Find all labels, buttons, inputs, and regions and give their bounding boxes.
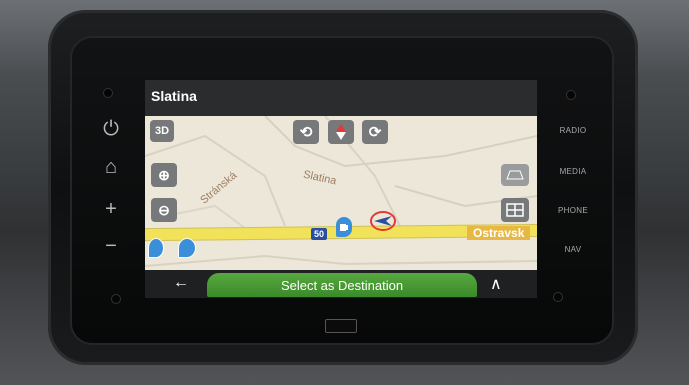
zoom-in-icon[interactable]: ⊕ [151,163,177,187]
tilt-view-icon[interactable] [501,164,529,186]
media-button[interactable]: MEDIA [549,167,597,176]
volume-up-button[interactable]: + [95,198,127,221]
view-mode-button[interactable]: 3D [150,120,174,142]
power-button[interactable]: ⏻ [95,118,127,141]
poi-marker-icon[interactable] [148,238,164,258]
nav-button[interactable]: NAV [549,245,597,254]
back-arrow-icon[interactable]: ← [173,274,189,292]
rotate-right-icon[interactable]: ⟳ [362,120,388,144]
current-position-icon [370,210,396,232]
fuel-station-icon[interactable] [336,217,352,237]
phone-button[interactable]: PHONE [549,206,597,215]
volume-down-button[interactable]: − [95,235,127,258]
radio-button[interactable]: RADIO [549,126,597,135]
title-bar: Slatina [145,80,537,116]
expand-chevron-icon[interactable]: ∧ [490,274,502,294]
location-title: Slatina [151,88,197,104]
bezel-dot [103,88,113,98]
compass-icon[interactable] [328,120,354,144]
bezel-dot [566,90,576,100]
poi-marker-icon[interactable] [178,238,196,258]
rotate-left-icon[interactable]: ⟲ [293,120,319,144]
road-number-badge: 50 [311,228,328,240]
zoom-out-icon[interactable]: ⊖ [151,198,177,222]
navigation-screen: Slatina 3D ⟲ ⟳ ⊕ ⊖ Stránská Slatina 50 O… [145,80,537,298]
highway-label: Ostravsk [467,226,531,240]
bezel-dot [553,292,563,302]
select-as-destination-button[interactable]: Select as Destination [207,273,477,297]
usb-port [325,319,357,333]
bezel-dot [111,294,121,304]
home-button[interactable]: ⌂ [95,156,127,179]
grid-view-icon[interactable] [501,198,529,222]
